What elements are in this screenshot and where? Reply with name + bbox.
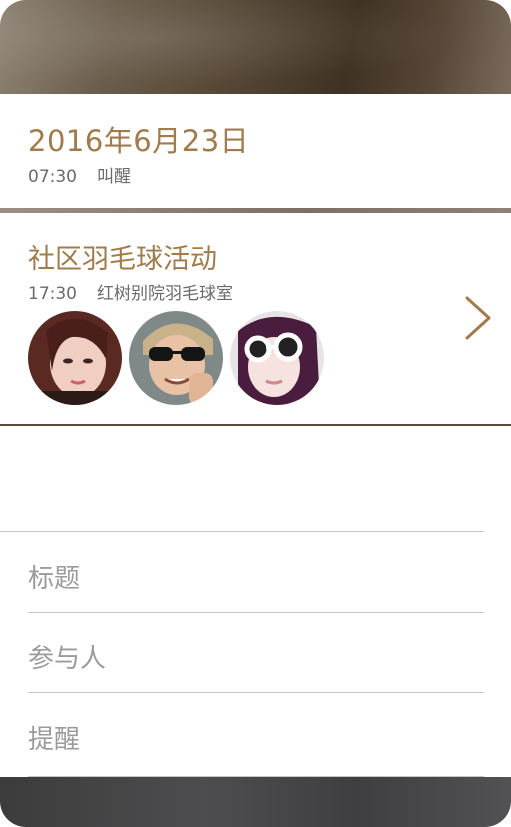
wakeup-subline: 07:30 叫醒 — [28, 162, 131, 187]
avatar-participant-2[interactable] — [129, 311, 223, 405]
participants-placeholder: 参与人 — [28, 644, 107, 674]
avatar-participant-1[interactable] — [28, 311, 122, 405]
event-subline: 17:30 红树别院羽毛球室 — [28, 279, 233, 304]
title-field[interactable]: 标题 — [28, 532, 484, 613]
wakeup-label: 叫醒 — [97, 167, 131, 187]
avatar-participant-3[interactable] — [230, 311, 324, 405]
event-location: 红树别院羽毛球室 — [97, 284, 233, 304]
wakeup-time: 07:30 — [28, 167, 77, 187]
screen: 2016年6月23日 07:30 叫醒 社区羽毛球活动 17:30 红树别院羽毛球室 — [0, 0, 511, 827]
date-title: 2016年6月23日 — [28, 124, 250, 158]
bottom-bar — [0, 777, 511, 827]
participants-field[interactable]: 参与人 — [28, 612, 484, 693]
event-time: 17:30 — [28, 284, 77, 304]
reminder-field[interactable]: 提醒 — [28, 693, 484, 777]
event-card[interactable]: 社区羽毛球活动 17:30 红树别院羽毛球室 — [0, 213, 511, 424]
header-banner-image — [0, 0, 511, 94]
event-title: 社区羽毛球活动 — [28, 244, 217, 275]
wakeup-card[interactable]: 2016年6月23日 07:30 叫醒 — [0, 94, 511, 208]
title-placeholder: 标题 — [28, 564, 81, 594]
participant-avatars — [28, 311, 331, 405]
chevron-right-icon[interactable] — [463, 295, 493, 341]
reminder-placeholder: 提醒 — [28, 725, 81, 755]
event-card-divider — [0, 424, 511, 426]
